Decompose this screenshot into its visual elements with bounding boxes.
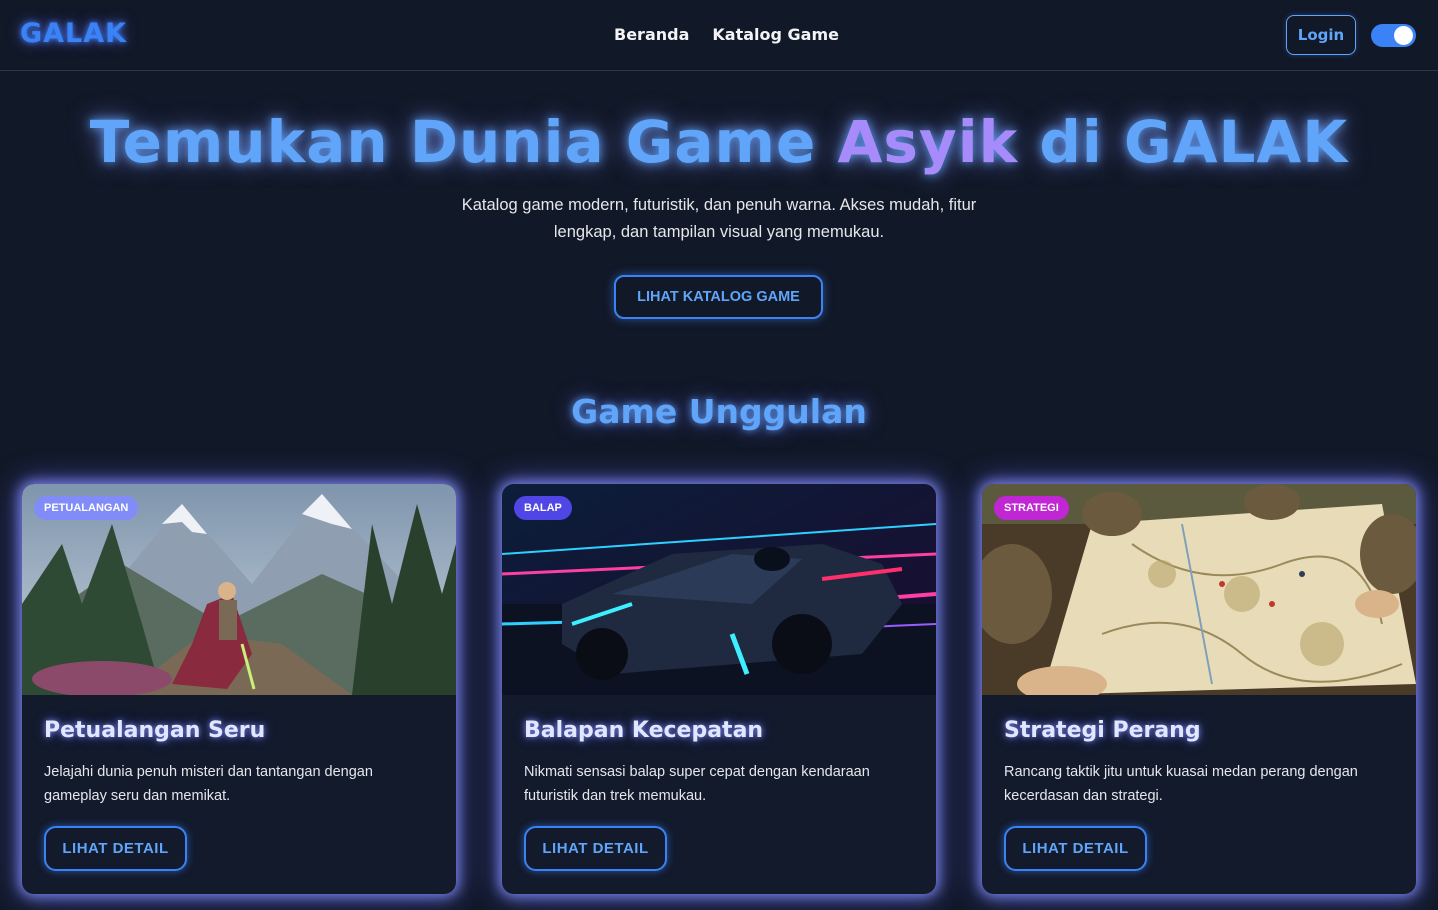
- card-title: Strategi Perang: [1004, 718, 1201, 743]
- nav-links: Beranda Katalog Game: [614, 25, 839, 44]
- game-card-strategy: STRATEGI Strategi Perang Rancang taktik …: [982, 484, 1416, 894]
- nav-link-beranda[interactable]: Beranda: [614, 25, 689, 44]
- hero-title-part3: di GALAK: [1018, 108, 1349, 176]
- view-detail-button[interactable]: LIHAT DETAIL: [524, 826, 667, 871]
- card-title: Petualangan Seru: [44, 718, 266, 743]
- theme-toggle[interactable]: [1371, 24, 1416, 47]
- category-badge: STRATEGI: [994, 496, 1069, 520]
- category-badge: PETUALANGAN: [34, 496, 139, 520]
- mountain-adventure-image: PETUALANGAN: [22, 484, 456, 695]
- card-description: Rancang taktik jitu untuk kuasai medan p…: [1004, 764, 1358, 804]
- category-badge: BALAP: [514, 496, 572, 520]
- card-description: Nikmati sensasi balap super cepat dengan…: [524, 764, 870, 804]
- game-card-racing: BALAP Balapan Kecepatan Nikmati sensasi …: [502, 484, 936, 894]
- war-map-image: STRATEGI: [982, 484, 1416, 695]
- view-detail-button[interactable]: LIHAT DETAIL: [1004, 826, 1147, 871]
- hero-title: Temukan Dunia Game Asyik di GALAK: [0, 108, 1438, 176]
- card-description: Jelajahi dunia penuh misteri dan tantang…: [44, 764, 373, 804]
- view-detail-button[interactable]: LIHAT DETAIL: [44, 826, 187, 871]
- hero-title-part1: Temukan Dunia Game: [89, 108, 838, 176]
- login-button[interactable]: Login: [1286, 15, 1356, 55]
- featured-heading: Game Unggulan: [571, 392, 867, 431]
- nav-link-katalog-game[interactable]: Katalog Game: [712, 25, 839, 44]
- brand-logo[interactable]: GALAK: [20, 18, 127, 49]
- race-car-image: BALAP: [502, 484, 936, 695]
- toggle-knob: [1394, 26, 1413, 45]
- game-card-adventure: PETUALANGAN Petualangan Seru Jelajahi du…: [22, 484, 456, 894]
- card-title: Balapan Kecepatan: [524, 718, 764, 743]
- navbar: GALAK Beranda Katalog Game Login: [0, 0, 1438, 71]
- hero-title-accent: Asyik: [837, 108, 1019, 176]
- view-catalog-button[interactable]: LIHAT KATALOG GAME: [614, 275, 823, 319]
- hero-subtitle: Katalog game modern, futuristik, dan pen…: [461, 196, 977, 241]
